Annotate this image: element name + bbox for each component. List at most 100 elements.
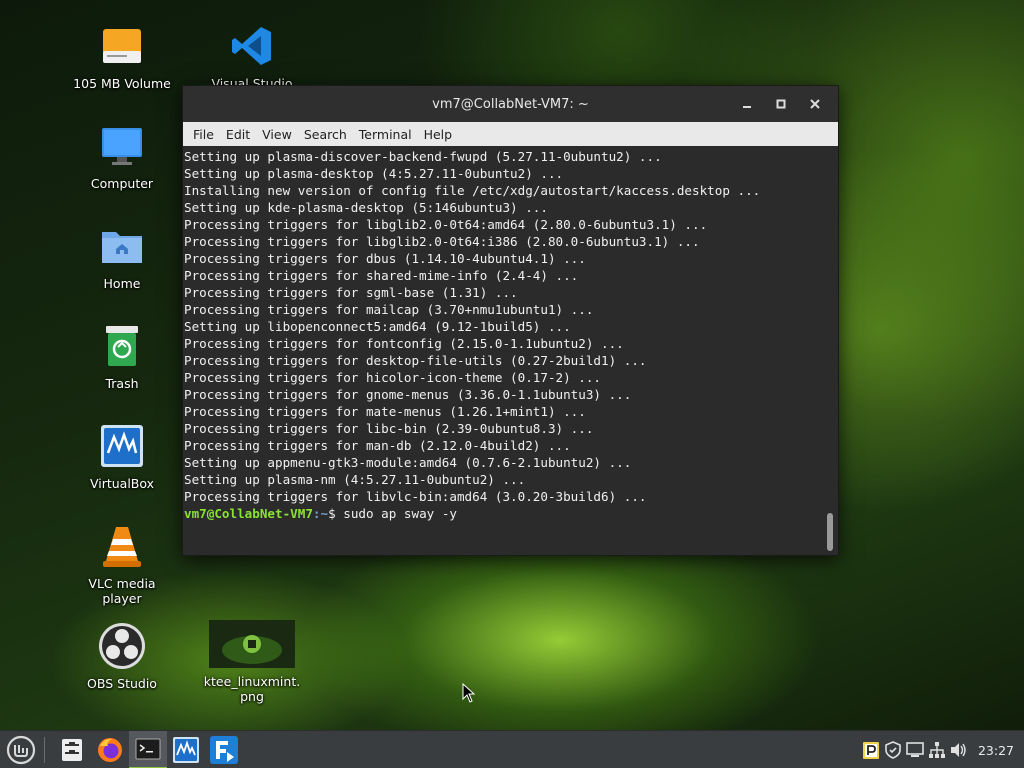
tray-volume[interactable] bbox=[948, 731, 970, 768]
window-controls bbox=[730, 86, 832, 122]
taskbar-virtualbox[interactable] bbox=[167, 731, 205, 768]
menu-search[interactable]: Search bbox=[298, 127, 353, 142]
window-titlebar[interactable]: vm7@CollabNet-VM7: ~ bbox=[183, 86, 838, 122]
desktop-icon-label: ktee_linuxmint. bbox=[203, 674, 301, 689]
desktop-icon-volume[interactable]: 105 MB Volume bbox=[67, 22, 177, 91]
taskbar-terminal[interactable] bbox=[129, 730, 167, 768]
taskbar: 23:27 bbox=[0, 730, 1024, 768]
menu-terminal[interactable]: Terminal bbox=[353, 127, 418, 142]
terminal-line: Processing triggers for libglib2.0-0t64:… bbox=[184, 234, 700, 249]
desktop-icon-computer[interactable]: Computer bbox=[67, 122, 177, 191]
terminal-icon bbox=[135, 738, 161, 759]
prompt-symbol: $ bbox=[328, 506, 344, 521]
minimize-icon bbox=[743, 106, 751, 108]
desktop-icon-label: 105 MB Volume bbox=[73, 76, 171, 91]
mouse-cursor-icon bbox=[462, 683, 476, 703]
menu-help[interactable]: Help bbox=[418, 127, 459, 142]
terminal-line: Setting up kde-plasma-desktop (5:146ubun… bbox=[184, 200, 548, 215]
terminal-line: Processing triggers for mate-menus (1.26… bbox=[184, 404, 586, 419]
start-menu-button[interactable] bbox=[2, 731, 40, 768]
prompt-user: vm7@CollabNet-VM7 bbox=[184, 506, 313, 521]
display-icon bbox=[906, 742, 924, 757]
clipboard-p-icon bbox=[862, 742, 879, 759]
desktop-icon-trash[interactable]: Trash bbox=[67, 322, 177, 391]
taskbar-firefox[interactable] bbox=[91, 731, 129, 768]
taskbar-clock[interactable]: 23:27 bbox=[970, 743, 1024, 758]
terminal-scrollbar[interactable] bbox=[826, 151, 834, 551]
tray-update-manager[interactable] bbox=[882, 731, 904, 768]
tray-display[interactable] bbox=[904, 731, 926, 768]
terminal-line: Processing triggers for libc-bin (2.39-0… bbox=[184, 421, 594, 436]
terminal-line: Processing triggers for libvlc-bin:amd64… bbox=[184, 489, 647, 504]
firefox-icon bbox=[98, 737, 122, 762]
vlc-cone-icon bbox=[98, 522, 146, 570]
mint-logo-icon bbox=[6, 735, 36, 764]
terminal-line: Setting up plasma-discover-backend-fwupd… bbox=[184, 149, 662, 164]
terminal-line: Processing triggers for shared-mime-info… bbox=[184, 268, 579, 283]
menu-file[interactable]: File bbox=[187, 127, 220, 142]
volume-icon bbox=[950, 743, 966, 757]
prompt-command: sudo ap sway -y bbox=[343, 506, 457, 521]
network-icon bbox=[928, 742, 945, 758]
desktop-icon-label: Computer bbox=[90, 176, 154, 191]
virtualbox-icon bbox=[98, 422, 146, 470]
desktop-icon-label-line2: png bbox=[240, 689, 264, 704]
terminal-line: Processing triggers for fontconfig (2.15… bbox=[184, 336, 624, 351]
terminal-prompt-line[interactable]: vm7@CollabNet-VM7:~$ sudo ap sway -y bbox=[184, 505, 838, 522]
image-thumbnail-icon bbox=[209, 620, 295, 668]
terminal-line: Processing triggers for desktop-file-uti… bbox=[184, 353, 647, 368]
system-tray: 23:27 bbox=[860, 731, 1024, 768]
desktop-icon-label: OBS Studio bbox=[87, 676, 157, 691]
terminal-line: Setting up plasma-nm (4:5.27.11-0ubuntu2… bbox=[184, 472, 526, 487]
home-folder-icon bbox=[98, 222, 146, 270]
desktop-icon-obs[interactable]: OBS Studio bbox=[67, 622, 177, 691]
minimize-button[interactable] bbox=[730, 86, 764, 122]
prompt-path: :~ bbox=[312, 506, 329, 521]
shield-icon bbox=[885, 741, 901, 759]
terminal-window[interactable]: vm7@CollabNet-VM7: ~ File Edit View Sear… bbox=[182, 85, 839, 556]
desktop-icon-label: VirtualBox bbox=[89, 476, 155, 491]
terminal-line: Processing triggers for dbus (1.14.10-4u… bbox=[184, 251, 586, 266]
desktop-icon-visual-studio[interactable]: Visual Studio bbox=[197, 22, 307, 91]
tray-network[interactable] bbox=[926, 731, 948, 768]
desktop-icon-home[interactable]: Home bbox=[67, 222, 177, 291]
terminal-line: Processing triggers for libglib2.0-0t64:… bbox=[184, 217, 708, 232]
desktop-icon-label: Home bbox=[103, 276, 141, 291]
menu-view[interactable]: View bbox=[256, 127, 298, 142]
file-cabinet-icon bbox=[62, 738, 82, 761]
vscode-icon bbox=[228, 22, 276, 70]
desktop-icon-virtualbox[interactable]: VirtualBox bbox=[67, 422, 177, 491]
taskbar-separator bbox=[44, 736, 45, 763]
terminal-line: Processing triggers for man-db (2.12.0-4… bbox=[184, 438, 571, 453]
window-title: vm7@CollabNet-VM7: ~ bbox=[432, 96, 589, 112]
terminal-line: Processing triggers for gnome-menus (3.3… bbox=[184, 387, 632, 402]
virtualbox-icon bbox=[173, 736, 199, 763]
drive-icon bbox=[98, 22, 146, 70]
desktop-icon-image-file[interactable]: ktee_linuxmint. png bbox=[197, 620, 307, 704]
monitor-icon bbox=[98, 122, 146, 170]
remote-desktop-icon bbox=[210, 735, 238, 764]
close-button[interactable] bbox=[798, 86, 832, 122]
terminal-line: Processing triggers for sgml-base (1.31)… bbox=[184, 285, 518, 300]
scrollbar-thumb[interactable] bbox=[827, 513, 833, 551]
terminal-line: Installing new version of config file /e… bbox=[184, 183, 761, 198]
menu-edit[interactable]: Edit bbox=[220, 127, 256, 142]
terminal-line: Setting up appmenu-gtk3-module:amd64 (0.… bbox=[184, 455, 632, 470]
obs-icon bbox=[98, 622, 146, 670]
maximize-icon bbox=[776, 99, 786, 109]
terminal-output[interactable]: Setting up plasma-discover-backend-fwupd… bbox=[183, 147, 838, 555]
taskbar-file-manager[interactable] bbox=[53, 731, 91, 768]
terminal-menubar: File Edit View Search Terminal Help bbox=[183, 122, 838, 146]
trash-icon bbox=[98, 322, 146, 370]
terminal-line: Processing triggers for mailcap (3.70+nm… bbox=[184, 302, 594, 317]
terminal-line: Setting up libopenconnect5:amd64 (9.12-1… bbox=[184, 319, 571, 334]
desktop-icon-vlc[interactable]: VLC media player bbox=[67, 522, 177, 606]
desktop-icon-label: Trash bbox=[105, 376, 139, 391]
close-icon bbox=[810, 99, 820, 109]
terminal-line: Setting up plasma-desktop (4:5.27.11-0ub… bbox=[184, 166, 564, 181]
tray-app-p[interactable] bbox=[860, 731, 882, 768]
desktop-icon-label: VLC media player bbox=[88, 576, 156, 606]
maximize-button[interactable] bbox=[764, 86, 798, 122]
taskbar-remote-desktop[interactable] bbox=[205, 731, 243, 768]
terminal-line: Processing triggers for hicolor-icon-the… bbox=[184, 370, 602, 385]
